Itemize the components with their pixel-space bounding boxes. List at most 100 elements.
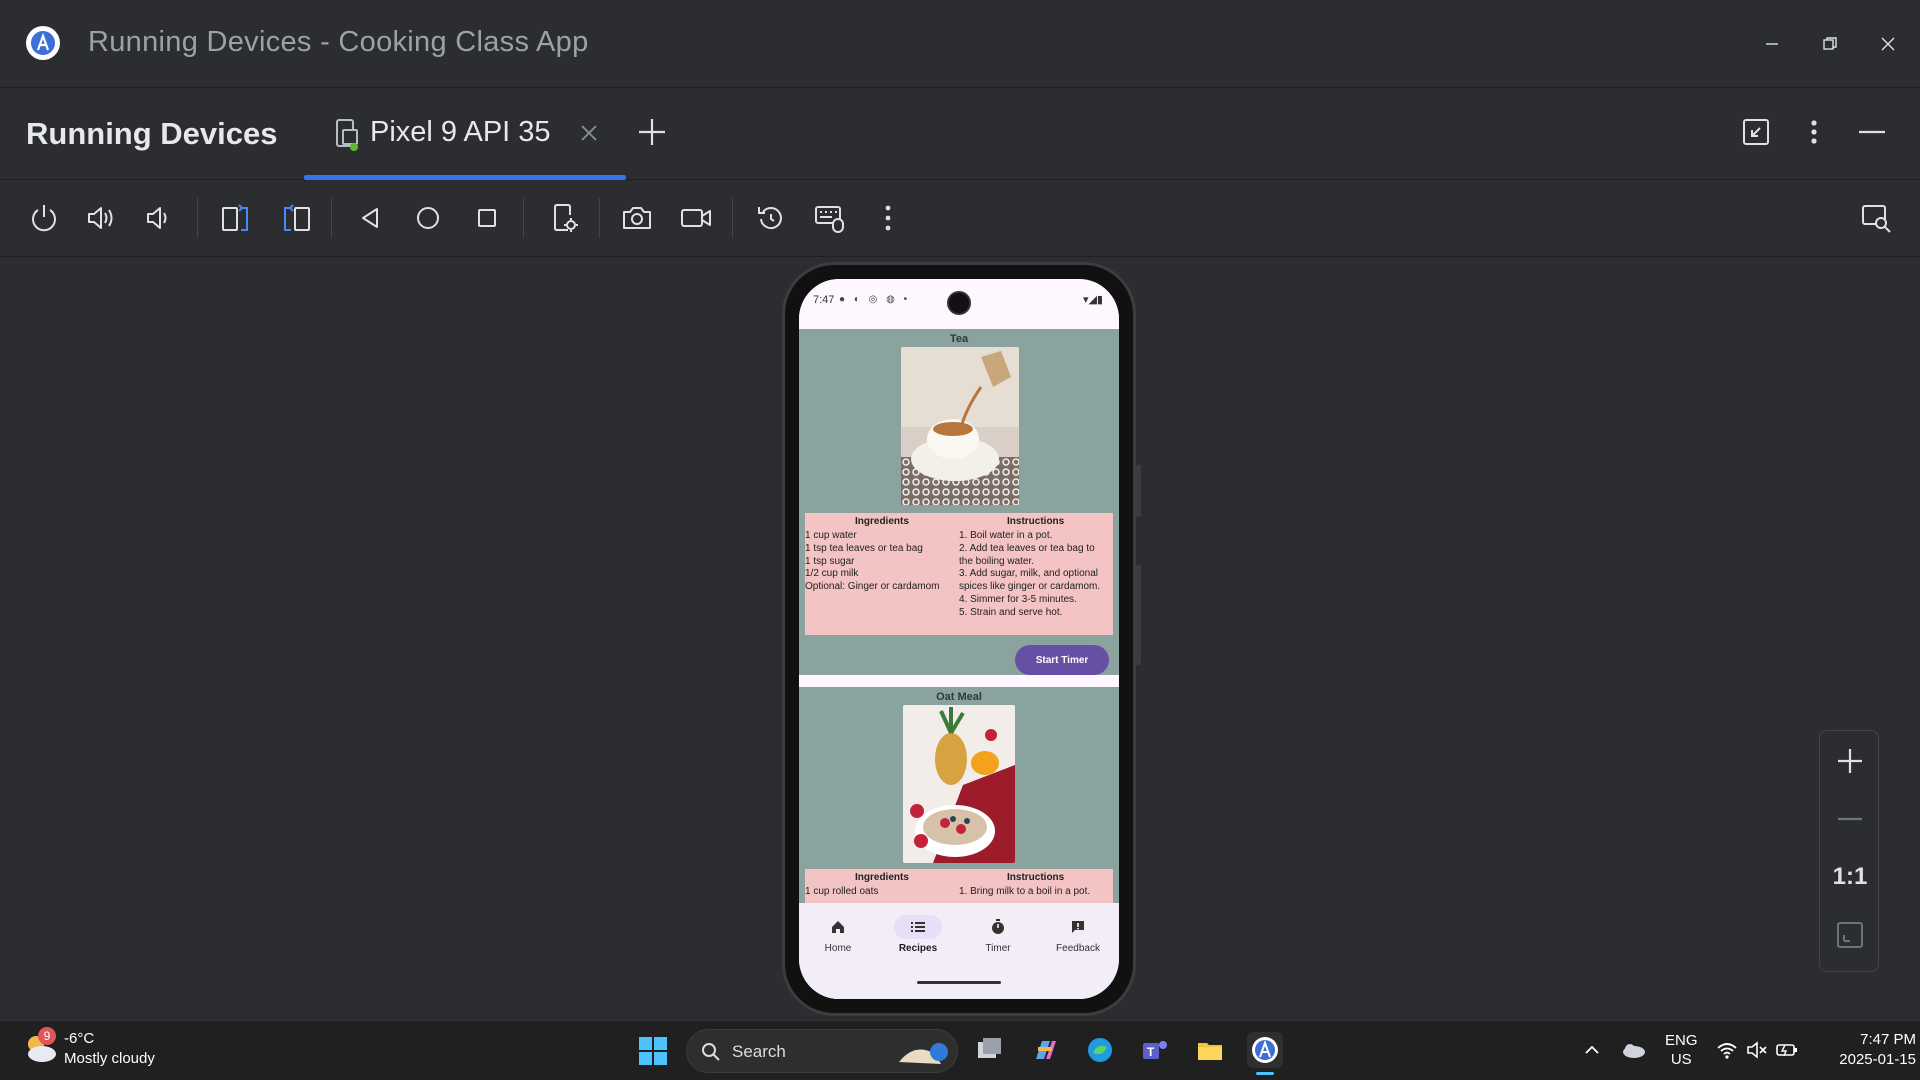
back-icon[interactable] — [350, 198, 390, 238]
tabs-bar — [0, 88, 1920, 180]
instructions-header: Instructions — [1007, 516, 1065, 527]
nav-label: Recipes — [898, 943, 938, 954]
toolbar-separator — [732, 198, 733, 238]
language-code: ENG — [1665, 1032, 1698, 1049]
overview-icon[interactable] — [467, 198, 507, 238]
region-code: US — [1670, 1051, 1692, 1068]
nav-timer[interactable]: Timer — [963, 915, 1033, 954]
copilot-icon[interactable] — [1027, 1032, 1063, 1068]
minimize-icon[interactable] — [1750, 22, 1794, 66]
undock-icon[interactable] — [1738, 114, 1774, 150]
keyboard-mouse-icon[interactable] — [810, 198, 850, 238]
zoom-in-icon[interactable] — [1830, 741, 1870, 781]
close-tab-icon[interactable] — [578, 122, 600, 144]
nav-recipes[interactable]: Recipes — [883, 915, 953, 954]
volume-down-icon[interactable] — [138, 198, 178, 238]
power-icon[interactable] — [24, 198, 64, 238]
rotate-left-icon[interactable] — [216, 198, 256, 238]
teams-icon[interactable]: T — [1137, 1032, 1173, 1068]
home-icon — [814, 915, 862, 939]
ingredients-header: Ingredients — [855, 872, 909, 883]
language-indicator[interactable]: ENG US — [1665, 1031, 1698, 1069]
zoom-out-icon[interactable] — [1830, 799, 1870, 839]
wifi-icon[interactable] — [1716, 1040, 1738, 1064]
nav-label: Home — [824, 943, 852, 954]
rotate-right-icon[interactable] — [276, 198, 316, 238]
battery-icon[interactable] — [1775, 1040, 1799, 1064]
add-tab-icon[interactable] — [636, 116, 668, 148]
status-time: 7:47 — [813, 294, 835, 306]
windows-start-icon[interactable] — [638, 1036, 668, 1066]
instructions-text: 1. Boil water in a pot. 2. Add tea leave… — [959, 530, 1101, 618]
zoom-actual-size-button[interactable]: 1:1 — [1830, 857, 1870, 897]
bottom-navigation: Home Recipes Timer Feedback — [799, 903, 1119, 999]
camera-cutout-icon — [947, 291, 971, 315]
nav-label: Feedback — [1056, 943, 1100, 954]
toolbar-separator — [197, 198, 198, 238]
ingredients-text: 1 cup rolled oats — [805, 886, 879, 897]
options-icon[interactable] — [1796, 114, 1832, 150]
search-icon — [702, 1043, 720, 1061]
tea-image — [901, 347, 1019, 505]
nav-label: Timer — [985, 943, 1011, 954]
file-explorer-icon[interactable] — [1192, 1032, 1228, 1068]
nav-feedback[interactable]: Feedback — [1043, 915, 1113, 954]
ingredients-header: Ingredients — [855, 516, 909, 527]
more-vert-icon[interactable] — [868, 198, 908, 238]
tab-pixel-9[interactable]: Pixel 9 API 35 — [304, 88, 626, 180]
android-studio-logo-icon — [26, 26, 60, 60]
tab-label: Pixel 9 API 35 — [370, 116, 551, 148]
clock-date: 2025-01-15 — [1839, 1051, 1916, 1068]
phone-screen[interactable]: 7:47 ● ◐ ◎ ◍ • ▾◢▮ Tea Ingredients Instr… — [799, 279, 1119, 999]
zoom-fit-icon[interactable] — [1830, 915, 1870, 955]
screenshot-icon[interactable] — [617, 198, 657, 238]
recipe-details-table: Ingredients Instructions 1 cup water 1 t… — [805, 513, 1113, 635]
task-view-icon[interactable] — [972, 1032, 1008, 1068]
weather-temperature[interactable]: -6°C — [64, 1030, 94, 1047]
recipe-list[interactable]: Tea Ingredients Instructions 1 cup water… — [799, 329, 1119, 903]
volume-muted-icon[interactable] — [1746, 1040, 1768, 1064]
recipe-card: Oat Meal Ingredients Instructions 1 cup … — [799, 687, 1119, 903]
clock-time: 7:47 PM — [1860, 1031, 1916, 1048]
device-settings-icon[interactable] — [545, 198, 585, 238]
feedback-icon — [1054, 915, 1102, 939]
taskbar-clock[interactable]: 7:47 PM 2025-01-15 — [1816, 1030, 1916, 1070]
home-icon[interactable] — [408, 198, 448, 238]
weather-description[interactable]: Mostly cloudy — [64, 1050, 155, 1067]
phone-side-button — [1136, 565, 1141, 665]
recipe-title: Oat Meal — [936, 691, 982, 703]
onedrive-icon[interactable] — [1620, 1040, 1646, 1064]
recipe-card: Tea Ingredients Instructions 1 cup water… — [799, 329, 1119, 675]
chevron-up-icon[interactable] — [1582, 1040, 1602, 1064]
phone-frame: 7:47 ● ◐ ◎ ◍ • ▾◢▮ Tea Ingredients Instr… — [782, 262, 1141, 1016]
window-title: Running Devices - Cooking Class App — [88, 26, 589, 58]
android-studio-taskbar-icon[interactable] — [1247, 1032, 1283, 1068]
hide-panel-icon[interactable] — [1854, 114, 1890, 150]
recipe-details-table: Ingredients Instructions 1 cup rolled oa… — [805, 869, 1113, 903]
layout-inspector-icon[interactable] — [1856, 198, 1896, 238]
oatmeal-image — [903, 705, 1015, 863]
signal-battery-icon: ▾◢▮ — [1082, 294, 1103, 306]
gesture-bar[interactable] — [917, 981, 1001, 984]
screen-record-icon[interactable] — [676, 198, 716, 238]
reset-icon[interactable] — [751, 198, 791, 238]
edge-browser-icon[interactable] — [1082, 1032, 1118, 1068]
nav-home[interactable]: Home — [803, 915, 873, 954]
toolbar-separator — [599, 198, 600, 238]
toolbar-separator — [331, 198, 332, 238]
list-icon — [894, 915, 942, 939]
volume-up-icon[interactable] — [81, 198, 121, 238]
taskbar-search[interactable]: Search — [686, 1029, 958, 1073]
start-timer-button[interactable]: Start Timer — [1015, 645, 1109, 675]
tab-underline — [304, 175, 626, 180]
search-label: Search — [732, 1042, 786, 1061]
restore-icon[interactable] — [1808, 22, 1852, 66]
recipe-title: Tea — [949, 333, 969, 345]
timer-icon — [974, 915, 1022, 939]
ingredients-text: 1 cup water 1 tsp tea leaves or tea bag … — [805, 530, 940, 593]
weather-badge: 9 — [38, 1027, 56, 1045]
svg-text:T: T — [1147, 1045, 1155, 1059]
card-divider — [799, 675, 1119, 687]
close-icon[interactable] — [1866, 22, 1910, 66]
phone-side-button — [1136, 465, 1141, 517]
